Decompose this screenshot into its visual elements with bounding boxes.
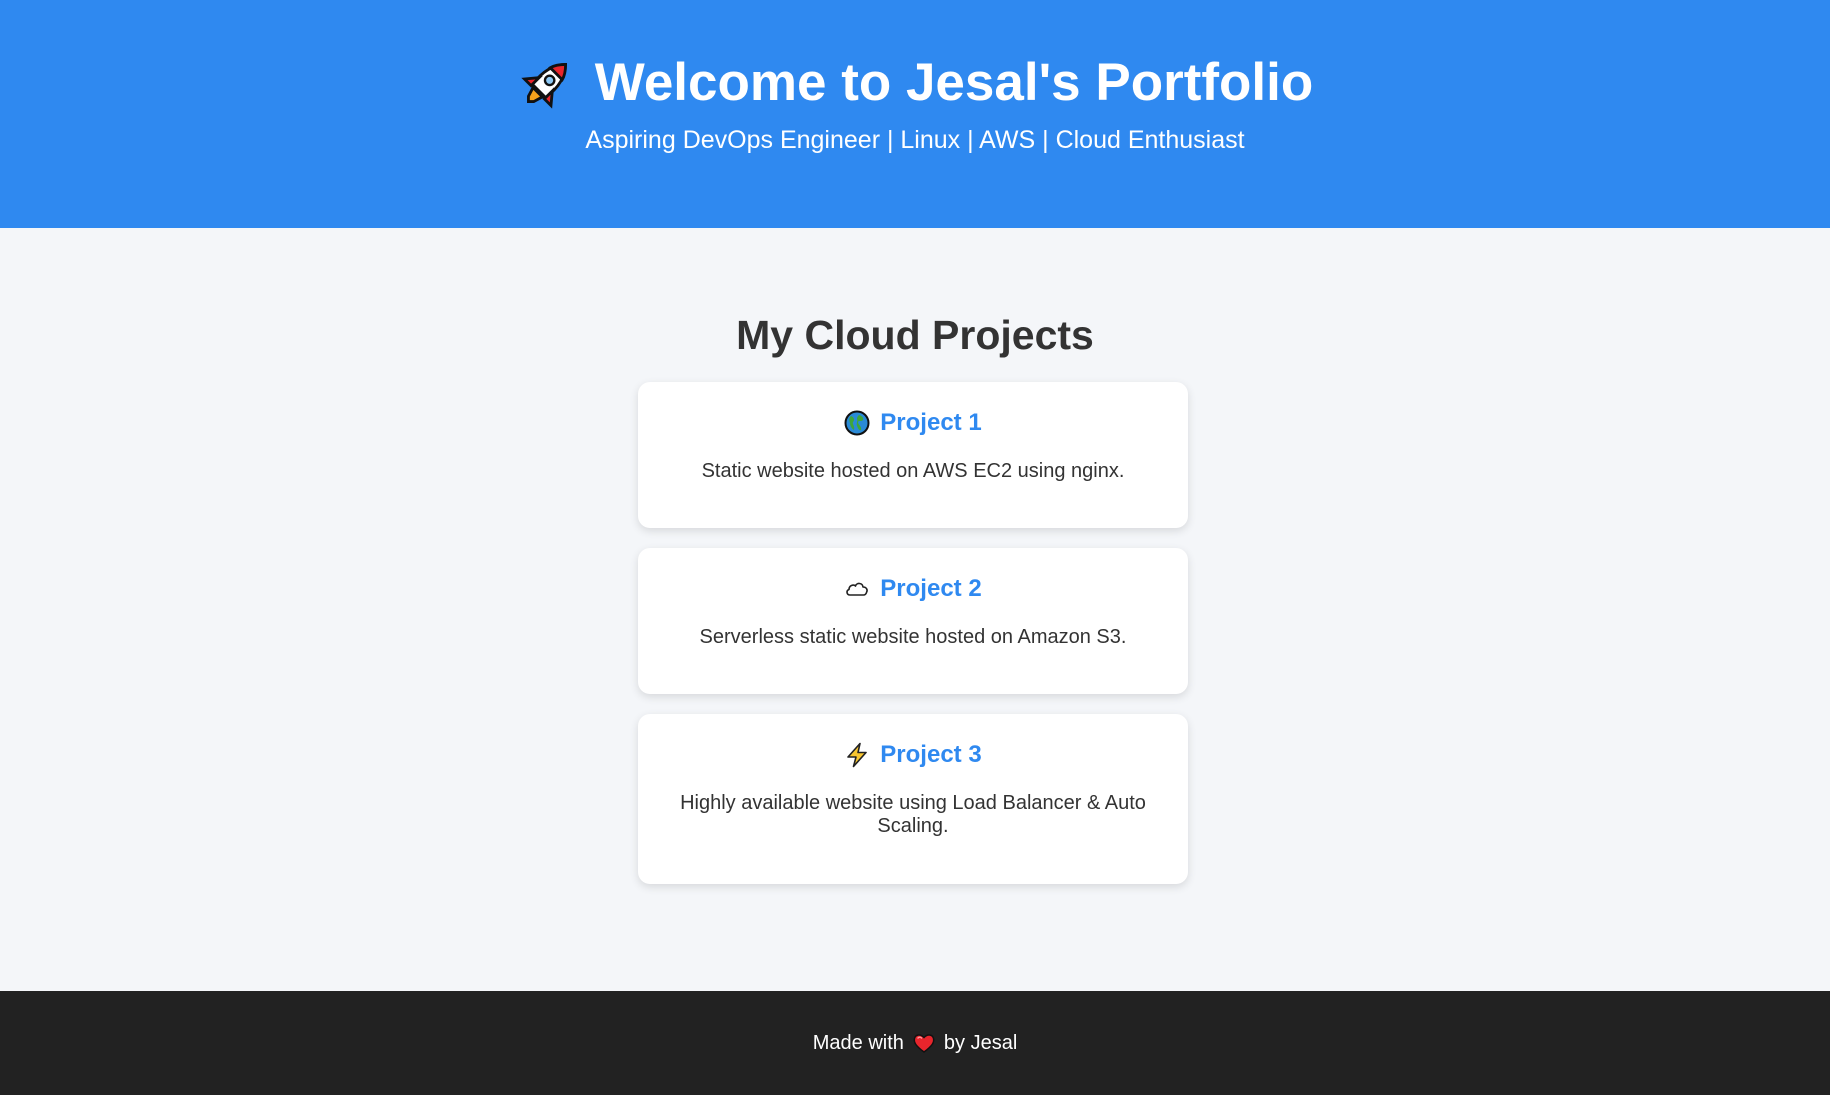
project-card: Project 3 Highly available website using… (638, 714, 1188, 884)
cloud-icon (846, 582, 869, 596)
project-title: Project 2 (638, 574, 1188, 604)
globe-icon (844, 410, 870, 436)
project-title: Project 1 (638, 408, 1188, 438)
project-description: Serverless static website hosted on Amaz… (699, 626, 1127, 648)
project-card: Project 2 Serverless static website host… (638, 548, 1188, 694)
projects-section: My Cloud Projects Project 1 Static websi… (0, 228, 1830, 991)
page-header: Welcome to Jesal's Portfolio Aspiring De… (0, 0, 1830, 228)
rocket-icon (521, 63, 567, 109)
page-footer: Made with by Jesal (0, 991, 1830, 1095)
site-title-text: Welcome to Jesal's Portfolio (594, 53, 1314, 112)
project-description: Highly available website using Load Bala… (680, 792, 1146, 837)
lightning-icon (847, 742, 868, 768)
site-subtitle: Aspiring DevOps Engineer | Linux | AWS |… (585, 126, 1245, 154)
project-card: Project 1 Static website hosted on AWS E… (638, 382, 1188, 528)
section-title: My Cloud Projects (736, 312, 1094, 358)
footer-text-before: Made with (812, 1031, 904, 1054)
project-title-text: Project 3 (880, 741, 982, 768)
project-title-text: Project 1 (880, 409, 982, 436)
site-title: Welcome to Jesal's Portfolio (0, 48, 1830, 118)
project-title: Project 3 (638, 740, 1188, 770)
project-description: Static website hosted on AWS EC2 using n… (701, 460, 1125, 482)
project-title-text: Project 2 (880, 575, 982, 602)
footer-text-after: by Jesal (943, 1031, 1018, 1054)
heart-icon (913, 1034, 935, 1053)
